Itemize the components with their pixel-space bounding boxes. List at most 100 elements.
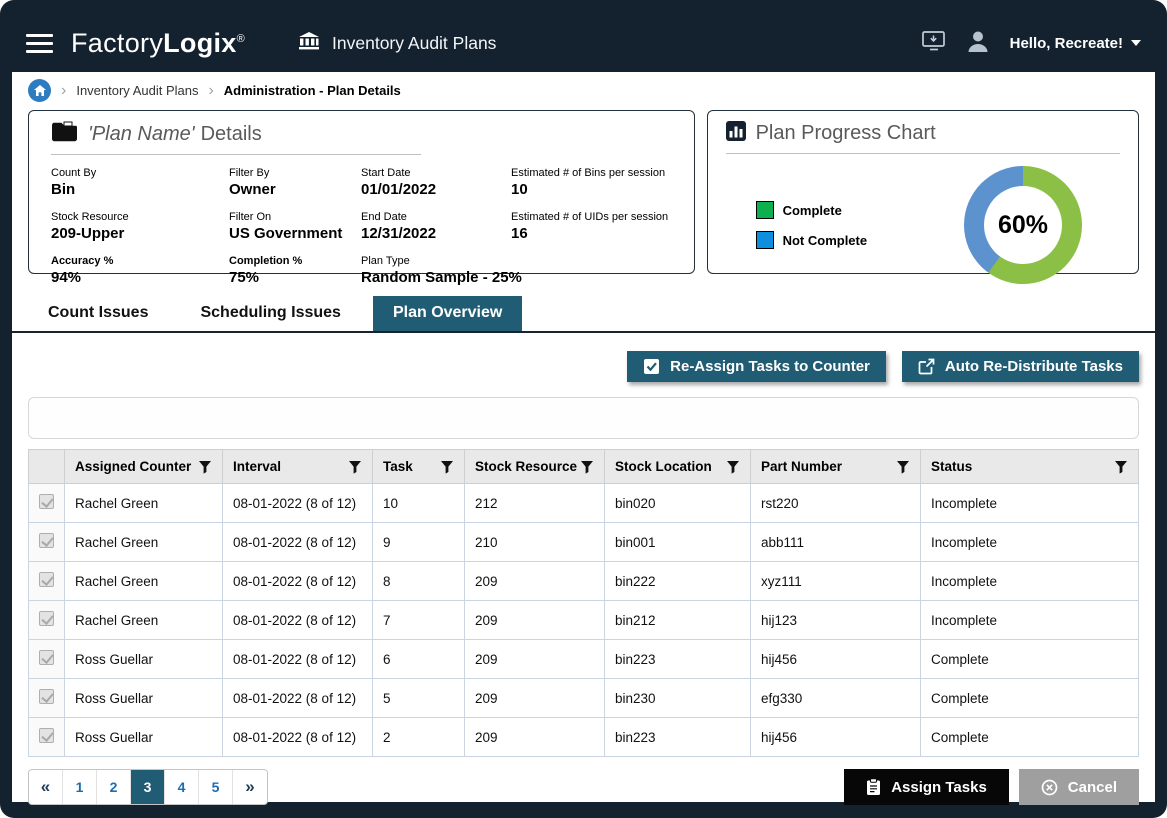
table-header-row: Assigned Counter Interval Task Stock Res…: [29, 450, 1139, 484]
row-checkbox[interactable]: [39, 494, 54, 509]
cell-part-number: xyz111: [751, 562, 921, 601]
field-count-by: Count ByBin: [51, 167, 229, 198]
cancel-button[interactable]: Cancel: [1019, 769, 1139, 805]
cell-status: Incomplete: [921, 562, 1139, 601]
plan-name-text: 'Plan Name': [88, 123, 195, 145]
column-header-stock-resource[interactable]: Stock Resource: [465, 450, 605, 484]
folder-icon: [51, 121, 78, 147]
cell-stock-location: bin223: [605, 718, 751, 757]
cell-interval: 08-01-2022 (8 of 12): [223, 523, 373, 562]
field-estimated-bins: Estimated # of Bins per session10: [511, 167, 672, 198]
tab-count-issues[interactable]: Count Issues: [28, 296, 168, 331]
cell-part-number: hij456: [751, 640, 921, 679]
monitor-icon[interactable]: [922, 31, 946, 56]
field-estimated-uids: Estimated # of UIDs per session16: [511, 211, 672, 242]
tasks-table: Assigned Counter Interval Task Stock Res…: [28, 449, 1139, 757]
brand-factory: Factory: [71, 28, 163, 58]
tab-plan-overview[interactable]: Plan Overview: [373, 296, 522, 331]
filter-icon[interactable]: [348, 460, 362, 474]
row-checkbox[interactable]: [39, 533, 54, 548]
cell-task: 5: [373, 679, 465, 718]
breadcrumb: › Inventory Audit Plans › Administration…: [12, 72, 1155, 108]
clipboard-icon: [866, 778, 881, 796]
cell-part-number: abb111: [751, 523, 921, 562]
cell-interval: 08-01-2022 (8 of 12): [223, 562, 373, 601]
filter-icon[interactable]: [440, 460, 454, 474]
chart-legend: Complete Not Complete: [756, 201, 868, 249]
brand-logix: Logix: [163, 28, 237, 58]
cell-part-number: hij123: [751, 601, 921, 640]
cell-stock-location: bin222: [605, 562, 751, 601]
cell-interval: 08-01-2022 (8 of 12): [223, 718, 373, 757]
table-row: Rachel Green 08-01-2022 (8 of 12) 7 209 …: [29, 601, 1139, 640]
pagination: « 1 2 3 4 5 »: [28, 769, 268, 805]
filter-icon[interactable]: [896, 460, 910, 474]
bar-chart-icon: [726, 121, 746, 146]
pagination-last[interactable]: »: [233, 770, 267, 804]
cell-stock-resource: 212: [465, 484, 605, 523]
cell-stock-location: bin212: [605, 601, 751, 640]
row-checkbox[interactable]: [39, 689, 54, 704]
greeting-text: Hello, Recreate!: [1010, 35, 1123, 52]
reassign-tasks-button[interactable]: Re-Assign Tasks to Counter: [627, 351, 886, 382]
details-title-suffix: Details: [201, 123, 262, 145]
column-header-part-number[interactable]: Part Number: [751, 450, 921, 484]
progress-panel-header: Plan Progress Chart: [726, 121, 1120, 154]
row-checkbox[interactable]: [39, 728, 54, 743]
field-accuracy: Accuracy %94%: [51, 255, 229, 286]
toolbar: Re-Assign Tasks to Counter Auto Re-Distr…: [28, 351, 1139, 382]
table-filter-strip[interactable]: [28, 397, 1139, 439]
plan-details-panel: 'Plan Name' Details Count ByBin Filter By…: [28, 110, 695, 274]
column-header-task[interactable]: Task: [373, 450, 465, 484]
breadcrumb-separator: ›: [208, 83, 213, 99]
cell-stock-resource: 209: [465, 562, 605, 601]
row-checkbox[interactable]: [39, 650, 54, 665]
auto-redistribute-button[interactable]: Auto Re-Distribute Tasks: [902, 351, 1139, 382]
column-header-assigned-counter[interactable]: Assigned Counter: [65, 450, 223, 484]
cell-task: 6: [373, 640, 465, 679]
field-stock-resource: Stock Resource209-Upper: [51, 211, 229, 242]
app-window: FactoryLogix® Inventory Audit Plans Hell…: [0, 0, 1167, 818]
user-icon[interactable]: [966, 29, 990, 57]
tab-scheduling-issues[interactable]: Scheduling Issues: [180, 296, 360, 331]
summary-panels: 'Plan Name' Details Count ByBin Filter By…: [12, 108, 1155, 274]
pagination-page-1[interactable]: 1: [63, 770, 97, 804]
user-menu[interactable]: Hello, Recreate!: [1010, 35, 1141, 52]
cell-task: 2: [373, 718, 465, 757]
cell-stock-resource: 209: [465, 718, 605, 757]
field-plan-type: Plan TypeRandom Sample - 25%: [361, 255, 672, 286]
cell-status: Incomplete: [921, 523, 1139, 562]
breadcrumb-item-plans[interactable]: Inventory Audit Plans: [76, 83, 198, 98]
pagination-page-2[interactable]: 2: [97, 770, 131, 804]
row-checkbox[interactable]: [39, 611, 54, 626]
column-header-stock-location[interactable]: Stock Location: [605, 450, 751, 484]
pagination-page-4[interactable]: 4: [165, 770, 199, 804]
home-icon[interactable]: [28, 79, 51, 102]
filter-icon[interactable]: [580, 460, 594, 474]
field-filter-by: Filter ByOwner: [229, 167, 361, 198]
pagination-page-5[interactable]: 5: [199, 770, 233, 804]
top-navbar: FactoryLogix® Inventory Audit Plans Hell…: [0, 0, 1167, 72]
assign-tasks-button[interactable]: Assign Tasks: [844, 769, 1009, 805]
page-title: Inventory Audit Plans: [332, 33, 496, 54]
column-header-status[interactable]: Status: [921, 450, 1139, 484]
field-filter-on: Filter OnUS Government: [229, 211, 361, 242]
cell-assigned-counter: Rachel Green: [65, 523, 223, 562]
cell-stock-resource: 209: [465, 601, 605, 640]
filter-icon[interactable]: [726, 460, 740, 474]
cell-task: 10: [373, 484, 465, 523]
cell-task: 7: [373, 601, 465, 640]
field-start-date: Start Date01/01/2022: [361, 167, 511, 198]
column-header-interval[interactable]: Interval: [223, 450, 373, 484]
pagination-page-3[interactable]: 3: [131, 770, 165, 804]
breadcrumb-item-current: Administration - Plan Details: [224, 83, 401, 98]
plan-fields: Count ByBin Filter ByOwner Start Date01/…: [51, 167, 672, 286]
filter-icon[interactable]: [198, 460, 212, 474]
cell-assigned-counter: Ross Guellar: [65, 718, 223, 757]
pagination-first[interactable]: «: [29, 770, 63, 804]
filter-icon[interactable]: [1114, 460, 1128, 474]
progress-percent: 60%: [984, 186, 1062, 264]
menu-icon[interactable]: [26, 34, 53, 53]
tab-bar: Count Issues Scheduling Issues Plan Over…: [12, 296, 1155, 333]
row-checkbox[interactable]: [39, 572, 54, 587]
